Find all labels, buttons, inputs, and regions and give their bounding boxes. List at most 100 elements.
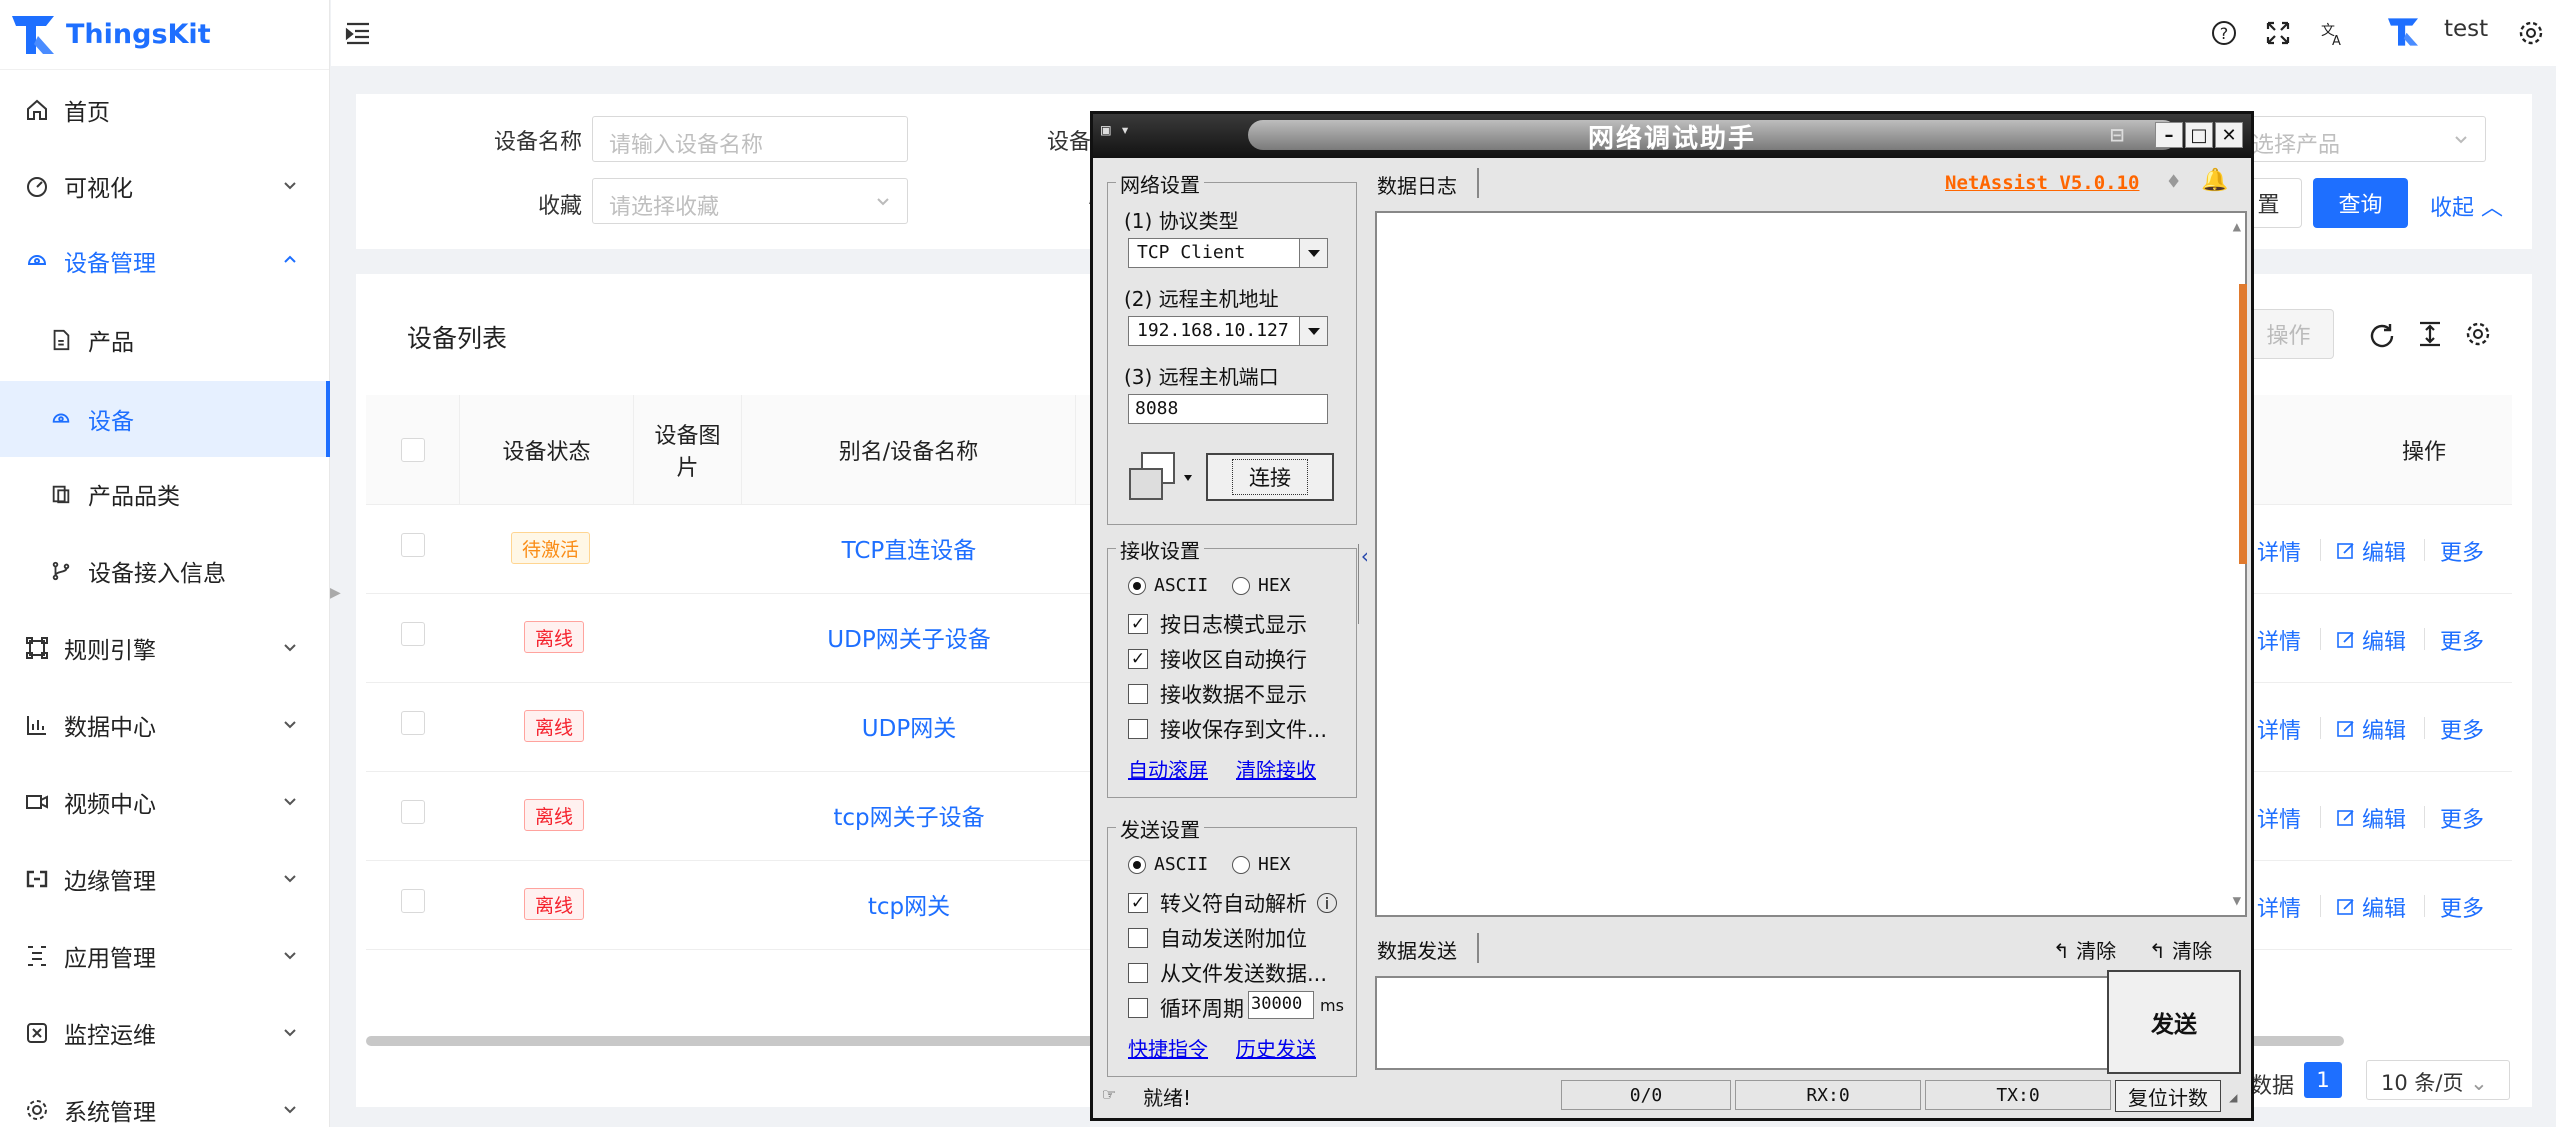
- netassist-brand-link[interactable]: NetAssist V5.0.10: [1945, 172, 2139, 194]
- data-log-tab[interactable]: 数据日志: [1377, 170, 1457, 199]
- host-select[interactable]: 192.168.10.127: [1128, 316, 1328, 346]
- username[interactable]: test: [2444, 16, 2488, 42]
- pin-icon[interactable]: ⊟: [2103, 122, 2131, 148]
- page-size-select[interactable]: 10 条/页 ⌄: [2366, 1060, 2510, 1100]
- edit-link[interactable]: 编辑: [2336, 535, 2406, 567]
- clear-send-button[interactable]: ↰ 清除: [2053, 935, 2116, 964]
- batch-action-button[interactable]: 操作: [2244, 309, 2334, 359]
- recv-ascii-radio[interactable]: ASCII: [1128, 575, 1208, 596]
- menu-item-system-management[interactable]: 系统管理: [0, 1075, 330, 1127]
- query-button[interactable]: 查询: [2313, 178, 2408, 228]
- protocol-select[interactable]: TCP Client: [1128, 238, 1328, 268]
- edit-link[interactable]: 编辑: [2336, 713, 2406, 745]
- device-name-link[interactable]: tcp网关: [742, 887, 1076, 921]
- refresh-icon[interactable]: [2368, 320, 2396, 348]
- row-checkbox[interactable]: [401, 622, 425, 646]
- reset-count-button[interactable]: 复位计数: [2115, 1080, 2221, 1112]
- diamond-icon[interactable]: ♦: [2167, 170, 2180, 195]
- resize-grip-icon[interactable]: ◢: [2229, 1090, 2237, 1106]
- device-name-link[interactable]: tcp网关子设备: [742, 798, 1076, 832]
- minimize-button[interactable]: –: [2155, 122, 2183, 148]
- send-from-file-checkbox[interactable]: 从文件发送数据...: [1128, 958, 1327, 988]
- edit-link[interactable]: 编辑: [2336, 624, 2406, 656]
- column-height-icon[interactable]: [2416, 320, 2444, 348]
- menu-item-rule-engine[interactable]: 规则引擎: [0, 613, 330, 683]
- more-link[interactable]: 更多: [2440, 891, 2484, 923]
- menu-fold-icon[interactable]: [345, 20, 371, 46]
- menu-item-app-management[interactable]: 应用管理: [0, 921, 330, 991]
- detail-link[interactable]: 详情: [2257, 535, 2301, 567]
- data-send-tab[interactable]: 数据发送: [1377, 935, 1457, 964]
- clear-count-button[interactable]: ↰ 清除: [2149, 935, 2212, 964]
- more-link[interactable]: 更多: [2440, 624, 2484, 656]
- menu-item-edge-management[interactable]: 边缘管理: [0, 844, 330, 914]
- scroll-down-arrow-icon[interactable]: ▼: [2233, 893, 2241, 909]
- scroll-up-arrow-icon[interactable]: ▲: [2233, 219, 2241, 235]
- collapse-link[interactable]: 收起 ︿: [2430, 190, 2503, 222]
- logo[interactable]: ThingsKit: [0, 0, 329, 70]
- auto-scroll-link[interactable]: 自动滚屏: [1128, 754, 1208, 783]
- send-button[interactable]: 发送: [2107, 970, 2241, 1074]
- translate-icon[interactable]: 文A: [2319, 19, 2347, 47]
- recv-auto-wrap-checkbox[interactable]: ✓ 接收区自动换行: [1128, 644, 1307, 674]
- send-ascii-radio[interactable]: ASCII: [1128, 854, 1208, 875]
- device-name-link[interactable]: TCP直连设备: [742, 531, 1076, 565]
- clear-receive-link[interactable]: 清除接收: [1236, 754, 1316, 783]
- data-log-area[interactable]: ▲ ▼: [1375, 211, 2247, 917]
- pagination-page-1[interactable]: 1: [2304, 1062, 2342, 1098]
- detail-link[interactable]: 详情: [2257, 713, 2301, 745]
- splitter-handle[interactable]: ‹: [1358, 544, 1371, 624]
- port-input[interactable]: 8088: [1128, 394, 1328, 424]
- recv-log-mode-checkbox[interactable]: ✓ 按日志模式显示: [1128, 609, 1307, 639]
- row-checkbox[interactable]: [401, 889, 425, 913]
- user-avatar-icon[interactable]: [2386, 17, 2420, 47]
- recv-save-file-checkbox[interactable]: 接收保存到文件...: [1128, 714, 1327, 744]
- recv-hide-data-checkbox[interactable]: 接收数据不显示: [1128, 679, 1307, 709]
- fullscreen-icon[interactable]: [2264, 19, 2292, 47]
- menu-item-home[interactable]: 首页: [0, 75, 330, 145]
- detail-link[interactable]: 详情: [2257, 802, 2301, 834]
- device-name-link[interactable]: UDP网关: [742, 709, 1076, 743]
- loop-period-input[interactable]: 30000: [1248, 991, 1314, 1019]
- maximize-button[interactable]: □: [2185, 122, 2213, 148]
- settings-icon[interactable]: [2517, 19, 2545, 47]
- menu-item-product-category[interactable]: 产品品类: [0, 459, 330, 529]
- send-loop-checkbox[interactable]: 循环周期: [1128, 993, 1244, 1023]
- send-input-area[interactable]: [1375, 976, 2115, 1070]
- info-icon[interactable]: i: [1317, 893, 1337, 913]
- device-name-input[interactable]: 请输入设备名称: [592, 116, 908, 162]
- recv-hex-radio[interactable]: HEX: [1232, 575, 1291, 596]
- history-send-link[interactable]: 历史发送: [1236, 1033, 1316, 1062]
- more-link[interactable]: 更多: [2440, 535, 2484, 567]
- send-escape-checkbox[interactable]: ✓ 转义符自动解析 i: [1128, 888, 1337, 918]
- menu-item-product[interactable]: 产品: [0, 305, 330, 375]
- menu-item-device[interactable]: 设备: [0, 381, 330, 457]
- menu-item-video-center[interactable]: 视频中心: [0, 767, 330, 837]
- row-checkbox[interactable]: [401, 711, 425, 735]
- detail-link[interactable]: 详情: [2257, 891, 2301, 923]
- product-select[interactable]: 选择产品: [2236, 116, 2486, 162]
- select-all-checkbox[interactable]: [400, 438, 425, 462]
- menu-item-device-access-info[interactable]: 设备接入信息: [0, 536, 330, 606]
- menu-item-visualization[interactable]: 可视化: [0, 151, 330, 221]
- shortcut-link[interactable]: 快捷指令: [1128, 1033, 1208, 1062]
- row-checkbox[interactable]: [401, 800, 425, 824]
- connection-mode-icon[interactable]: [1126, 449, 1196, 505]
- bell-icon[interactable]: 🔔: [2201, 168, 2228, 193]
- detail-link[interactable]: 详情: [2257, 624, 2301, 656]
- device-name-link[interactable]: UDP网关子设备: [742, 620, 1076, 654]
- sidebar-collapse-handle[interactable]: ▶: [330, 585, 342, 625]
- edit-link[interactable]: 编辑: [2336, 802, 2406, 834]
- send-append-checkbox[interactable]: 自动发送附加位: [1128, 923, 1307, 953]
- menu-item-device-management[interactable]: 设备管理: [0, 226, 330, 296]
- more-link[interactable]: 更多: [2440, 802, 2484, 834]
- edit-link[interactable]: 编辑: [2336, 891, 2406, 923]
- help-icon[interactable]: ?: [2210, 19, 2238, 47]
- favorite-select[interactable]: 请选择收藏: [592, 178, 908, 224]
- menu-item-monitoring[interactable]: 监控运维: [0, 998, 330, 1068]
- window-scrollbar-thumb[interactable]: [2239, 284, 2247, 564]
- settings-icon[interactable]: [2464, 320, 2492, 348]
- menu-item-data-center[interactable]: 数据中心: [0, 690, 330, 760]
- send-hex-radio[interactable]: HEX: [1232, 854, 1291, 875]
- row-checkbox[interactable]: [401, 533, 425, 557]
